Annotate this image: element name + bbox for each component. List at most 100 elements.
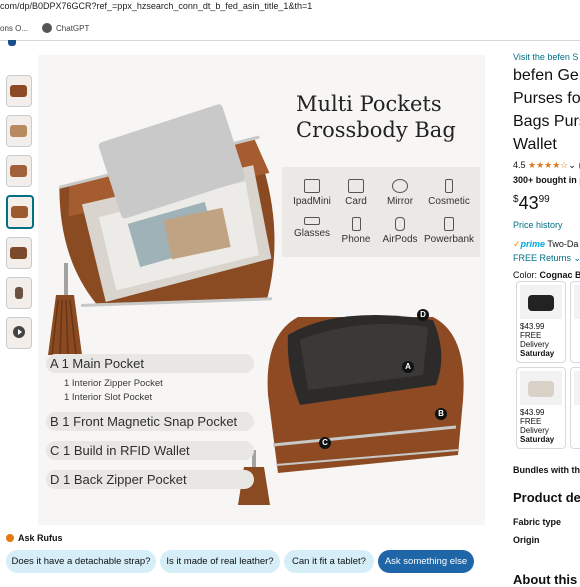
thumbnail[interactable] <box>6 115 32 147</box>
swatch-day: Saturday <box>520 435 555 444</box>
swatch-image <box>520 285 562 319</box>
pocket-a-sub2: 1 Interior Slot Pocket <box>64 392 153 403</box>
rufus-chip[interactable]: Does it have a detachable strap? <box>6 550 156 573</box>
swatch-image <box>574 371 580 405</box>
thumbnail[interactable] <box>6 155 32 187</box>
title-line: befen Gen <box>513 67 580 84</box>
bookmark-label: ons O... <box>0 23 29 33</box>
color-selection: Color: Cognac B <box>513 270 580 280</box>
prime-logo: prime <box>520 239 546 249</box>
url-text: com/dp/B0DPX76GCR?ref_=ppx_hzsearch_conn… <box>0 1 313 11</box>
swatch-day: Saturday <box>520 349 555 358</box>
thumbnail-list <box>6 75 34 357</box>
thumbnail-selected[interactable] <box>6 195 34 229</box>
bag-thumbnail-image <box>15 287 23 299</box>
free-returns-link[interactable]: FREE Returns ⌄ <box>513 253 580 264</box>
cosmetic-icon <box>445 179 453 193</box>
marker-a: A <box>402 361 414 373</box>
rating-row[interactable]: 4.5 ★★★★☆⌄ ( <box>513 160 580 171</box>
bag-thumbnail-image <box>11 206 28 218</box>
fabric-type-label: Fabric type <box>513 517 562 527</box>
airpods-icon <box>395 217 405 231</box>
chevron-down-icon: ⌄ <box>573 253 580 263</box>
feature-cosmetic: Cosmetic <box>419 179 479 207</box>
thumbnail[interactable] <box>6 277 32 309</box>
title-line: Wallet <box>513 136 557 153</box>
bookmark-label: ChatGPT <box>56 23 90 33</box>
swatch-option[interactable] <box>570 367 580 449</box>
feature-label: Glasses <box>293 228 331 239</box>
bag-thumbnail-image <box>10 125 27 137</box>
main-product-image[interactable]: Multi Pockets Crossbody Bag IpadMini Car… <box>38 55 485 525</box>
bookmark-chatgpt[interactable]: ChatGPT <box>42 23 89 33</box>
swatch-price: $43.99 <box>520 322 545 331</box>
price: $4399 <box>513 193 580 214</box>
bookmarks-bar: ons O... ChatGPT <box>0 17 580 39</box>
glasses-icon <box>304 217 320 225</box>
swatch-delivery: FREE Delivery <box>520 417 549 435</box>
color-value: Cognac B <box>539 270 580 280</box>
thumbnail[interactable] <box>6 75 32 107</box>
feature-label: AirPods <box>382 234 418 245</box>
swatch-option[interactable] <box>570 281 580 363</box>
rufus-chip[interactable]: Can it fit a tablet? <box>284 550 374 573</box>
headline-line: Crossbody Bag <box>296 118 456 142</box>
rufus-chip[interactable]: Is it made of real leather? <box>160 550 280 573</box>
pocket-d-label: D 1 Back Zipper Pocket <box>46 470 254 489</box>
thumbnail[interactable] <box>6 237 32 269</box>
price-history-link[interactable]: Price history <box>513 220 580 230</box>
free-returns-label: FREE Returns <box>513 253 572 263</box>
bookmark-item[interactable]: ons O... <box>0 24 28 33</box>
feature-label: Phone <box>341 234 371 245</box>
ask-rufus: Ask Rufus <box>6 533 63 543</box>
feature-label: Cosmetic <box>428 196 470 207</box>
chevron-down-icon[interactable]: ⌄ <box>568 160 576 170</box>
headline-line: Multi Pockets <box>296 92 442 116</box>
prime-delivery: ✓prime Two-Da <box>513 239 580 250</box>
feature-powerbank: Powerbank <box>419 217 479 245</box>
star-rating-icon: ★★★★☆ <box>528 160 569 170</box>
pocket-a-label: A 1 Main Pocket <box>46 354 254 373</box>
feature-label: Card <box>345 196 367 207</box>
swatch-delivery: FREE Delivery <box>520 331 549 349</box>
header-divider <box>0 40 580 49</box>
bag-swatch-icon <box>528 381 554 397</box>
play-icon <box>13 326 25 338</box>
swatch-image <box>574 285 580 319</box>
image-headline: Multi Pockets Crossbody Bag <box>296 91 456 143</box>
bag-swatch-icon <box>528 295 554 311</box>
title-line: Purses fo <box>513 90 580 107</box>
rufus-title: Ask Rufus <box>18 533 63 543</box>
visit-store-link[interactable]: Visit the befen S <box>513 52 580 62</box>
bag-thumbnail-image <box>10 247 27 259</box>
chatgpt-icon <box>42 23 53 33</box>
price-fraction: 99 <box>538 194 550 205</box>
address-bar[interactable]: com/dp/B0DPX76GCR?ref_=ppx_hzsearch_conn… <box>0 0 580 14</box>
nav-accent <box>8 40 16 46</box>
mirror-icon <box>392 179 408 193</box>
rating-value: 4.5 <box>513 160 526 170</box>
swatch-option[interactable]: $43.99 FREE Delivery Saturday <box>516 281 566 363</box>
features-panel: IpadMini Card Mirror Cosmetic Glasses Ph… <box>282 167 480 257</box>
price-whole: 43 <box>518 193 539 213</box>
phone-icon <box>351 217 361 231</box>
title-line: Bags Purs <box>513 113 580 130</box>
marker-c: C <box>319 437 331 449</box>
swatch-image <box>520 371 562 405</box>
thumbnail-video[interactable] <box>6 317 32 349</box>
pocket-c-label: C 1 Build in RFID Wallet <box>46 441 254 460</box>
swatch-price: $43.99 <box>520 408 545 417</box>
ask-something-else-button[interactable]: Ask something else <box>378 550 474 573</box>
bought-count: 300+ bought in pa <box>513 175 580 185</box>
swatch-option[interactable]: $43.99 FREE Delivery Saturday <box>516 367 566 449</box>
origin-label: Origin <box>513 535 540 545</box>
rufus-icon <box>6 534 14 542</box>
pocket-b-label: B 1 Front Magnetic Snap Pocket <box>46 412 254 431</box>
product-details-heading: Product de <box>513 490 580 505</box>
pocket-a-sub1: 1 Interior Zipper Pocket <box>64 378 163 389</box>
product-title: befen Gen Purses fo Bags Purs Wallet <box>513 64 580 156</box>
feature-label: Mirror <box>386 196 414 207</box>
bag-thumbnail-image <box>10 85 27 97</box>
color-label: Color: <box>513 270 538 280</box>
product-info-column: Visit the befen S befen Gen Purses fo Ba… <box>513 52 580 280</box>
